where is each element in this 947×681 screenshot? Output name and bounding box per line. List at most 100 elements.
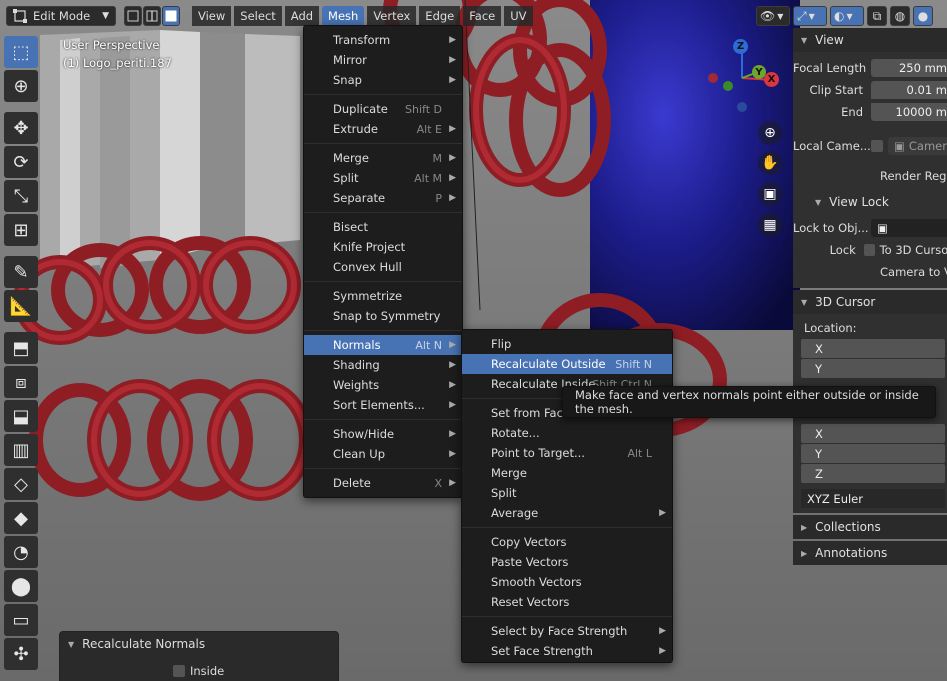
menu-item-symmetrize[interactable]: Symmetrize xyxy=(304,286,462,306)
menu-item-show-hide[interactable]: Show/Hide ▶ xyxy=(304,424,462,444)
operator-panel-header[interactable]: ▼ Recalculate Normals xyxy=(60,632,338,656)
menu-item-smooth-vectors[interactable]: Smooth Vectors xyxy=(462,572,672,592)
menu-item-sort-elements[interactable]: Sort Elements... ▶ xyxy=(304,395,462,415)
annotate-tool[interactable]: ✎ xyxy=(4,256,38,288)
menu-item-normals[interactable]: Normals Alt N ▶ xyxy=(304,335,462,355)
clip-start-field[interactable]: 0.01 m xyxy=(871,81,947,99)
local-camera-checkbox[interactable] xyxy=(871,140,883,152)
gizmo-x-axis[interactable]: X xyxy=(764,72,779,87)
edge-select-button[interactable] xyxy=(143,6,161,26)
menu-item-recalculate-outside[interactable]: Recalculate Outside Shift N xyxy=(462,354,672,374)
poly-build-tool[interactable]: ◆ xyxy=(4,502,38,534)
smooth-tool[interactable]: ⬤ xyxy=(4,570,38,602)
mode-selector[interactable]: Edit Mode ▼ xyxy=(6,6,116,26)
focal-length-field[interactable]: 250 mm xyxy=(871,59,947,77)
zoom-button[interactable]: ⊕ xyxy=(758,121,782,145)
edge-slide-tool[interactable]: ▭ xyxy=(4,604,38,636)
menu-item-merge[interactable]: Merge xyxy=(462,463,672,483)
gizmo-z-axis[interactable]: Z xyxy=(733,39,748,54)
menu-vertex[interactable]: Vertex xyxy=(367,6,417,26)
menu-face[interactable]: Face xyxy=(463,6,502,26)
menu-item-duplicate[interactable]: Duplicate Shift D xyxy=(304,99,462,119)
shading-solid-button[interactable]: ● xyxy=(913,6,933,26)
menu-add[interactable]: Add xyxy=(284,6,320,26)
menu-item-mirror[interactable]: Mirror ▶ xyxy=(304,50,462,70)
knife-tool[interactable]: ◇ xyxy=(4,468,38,500)
menu-select[interactable]: Select xyxy=(234,6,282,26)
local-camera-field[interactable]: ▣Camera xyxy=(888,137,947,155)
menu-item-bisect[interactable]: Bisect xyxy=(304,217,462,237)
menu-item-snap[interactable]: Snap ▶ xyxy=(304,70,462,90)
menu-uv[interactable]: UV xyxy=(504,6,533,26)
loop-cut-tool[interactable]: ▥ xyxy=(4,434,38,466)
cursor-rotation-x[interactable]: X xyxy=(801,424,945,443)
clip-end-field[interactable]: 10000 m xyxy=(871,103,947,121)
menu-item-clean-up[interactable]: Clean Up ▶ xyxy=(304,444,462,464)
menu-item-select-by-face-strength[interactable]: Select by Face Strength ▶ xyxy=(462,621,672,641)
lock-to-object-field[interactable]: ▣ xyxy=(871,219,947,237)
cursor-location-y[interactable]: Y xyxy=(801,359,945,378)
menu-item-transform[interactable]: Transform ▶ xyxy=(304,30,462,50)
measure-tool[interactable]: 📐 xyxy=(4,290,38,322)
ortho-toggle-button[interactable]: ▦ xyxy=(758,213,782,237)
menu-view[interactable]: View xyxy=(192,6,232,26)
transform-tool[interactable]: ⊞ xyxy=(4,214,38,246)
rotate-tool[interactable]: ⟳ xyxy=(4,146,38,178)
extrude-tool[interactable]: ⬒ xyxy=(4,332,38,364)
menu-item-merge[interactable]: Merge M ▶ xyxy=(304,148,462,168)
menu-mesh[interactable]: Mesh xyxy=(322,6,365,26)
bevel-tool[interactable]: ⬓ xyxy=(4,400,38,432)
move-tool[interactable]: ✥ xyxy=(4,112,38,144)
menu-item-delete[interactable]: Delete X ▶ xyxy=(304,473,462,493)
gizmo-y-axis[interactable]: Y xyxy=(752,65,766,79)
gizmo-toggle-button[interactable]: ⤢ ▼ xyxy=(793,6,827,26)
inside-checkbox[interactable] xyxy=(173,665,185,677)
menu-item-knife-project[interactable]: Knife Project xyxy=(304,237,462,257)
spin-tool[interactable]: ◔ xyxy=(4,536,38,568)
view-object-types-button[interactable]: 👁 ▼ xyxy=(756,6,790,26)
menu-item-average[interactable]: Average ▶ xyxy=(462,503,672,523)
cursor-rotation-y[interactable]: Y xyxy=(801,444,945,463)
scale-tool[interactable]: ⤡ xyxy=(4,180,38,212)
to-3d-cursor-checkbox[interactable] xyxy=(863,244,875,256)
gizmo-neg-z[interactable] xyxy=(737,102,747,112)
menu-item-rotate[interactable]: Rotate... xyxy=(462,423,672,443)
pan-button[interactable]: ✋ xyxy=(758,151,782,175)
vertex-select-button[interactable] xyxy=(124,6,142,26)
menu-item-convex-hull[interactable]: Convex Hull xyxy=(304,257,462,277)
navigation-gizmo[interactable]: Z X Y xyxy=(700,36,790,116)
inset-tool[interactable]: ⧈ xyxy=(4,366,38,398)
menu-edge[interactable]: Edge xyxy=(419,6,461,26)
menu-item-point-to-target[interactable]: Point to Target... Alt L xyxy=(462,443,672,463)
gizmo-neg-y[interactable] xyxy=(723,81,733,91)
cursor-location-x[interactable]: X xyxy=(801,339,945,358)
menu-item-separate[interactable]: Separate P ▶ xyxy=(304,188,462,208)
camera-view-button[interactable]: ▣ xyxy=(758,182,782,206)
menu-item-reset-vectors[interactable]: Reset Vectors xyxy=(462,592,672,612)
menu-item-set-face-strength[interactable]: Set Face Strength ▶ xyxy=(462,641,672,661)
annotations-panel-header[interactable]: ▶ Annotations xyxy=(793,541,947,565)
menu-item-flip[interactable]: Flip xyxy=(462,334,672,354)
menu-item-split[interactable]: Split xyxy=(462,483,672,503)
menu-item-copy-vectors[interactable]: Copy Vectors xyxy=(462,532,672,552)
menu-item-extrude[interactable]: Extrude Alt E ▶ xyxy=(304,119,462,139)
menu-item-shading[interactable]: Shading ▶ xyxy=(304,355,462,375)
menu-item-weights[interactable]: Weights ▶ xyxy=(304,375,462,395)
view-lock-header[interactable]: ▼ View Lock xyxy=(793,190,947,214)
xray-toggle-button[interactable]: ⧉ xyxy=(867,6,887,26)
gizmo-neg-x[interactable] xyxy=(708,73,718,83)
cursor-rotation-z[interactable]: Z xyxy=(801,464,945,483)
menu-item-snap-to-symmetry[interactable]: Snap to Symmetry xyxy=(304,306,462,326)
menu-item-paste-vectors[interactable]: Paste Vectors xyxy=(462,552,672,572)
select-box-tool[interactable]: ⬚ xyxy=(4,36,38,68)
shrink-fatten-tool[interactable]: ✣ xyxy=(4,638,38,670)
cursor-panel-header[interactable]: ▼ 3D Cursor xyxy=(793,290,947,314)
shading-wireframe-button[interactable]: ◍ xyxy=(890,6,910,26)
collections-panel-header[interactable]: ▶ Collections xyxy=(793,515,947,539)
overlays-button[interactable]: ◐ ▼ xyxy=(830,6,864,26)
face-select-button[interactable] xyxy=(162,6,180,26)
menu-item-split[interactable]: Split Alt M ▶ xyxy=(304,168,462,188)
rotation-mode-dropdown[interactable]: XYZ Euler xyxy=(801,489,945,508)
cursor-tool[interactable]: ⊕ xyxy=(4,70,38,102)
view-panel-header[interactable]: ▼ View xyxy=(793,28,947,52)
